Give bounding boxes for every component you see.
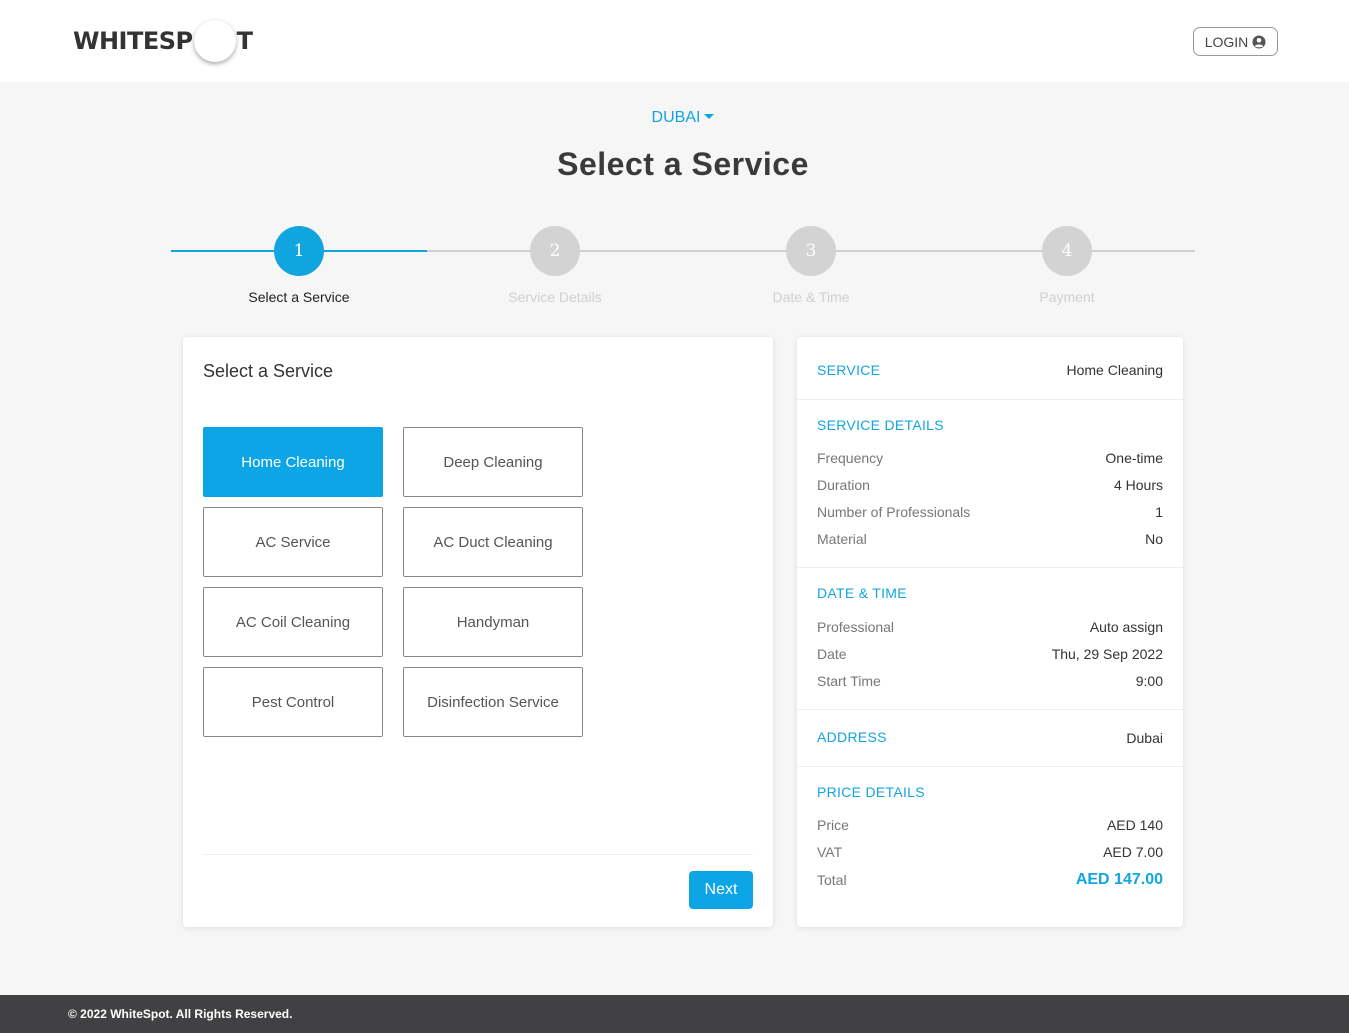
section-heading: SERVICE DETAILS [817, 417, 944, 433]
row-key: Total [817, 872, 847, 888]
logo-text-right: T [236, 27, 253, 55]
service-value: Home Cleaning [1066, 362, 1164, 378]
total-value: AED 147.00 [1075, 871, 1163, 888]
site-header: WHITESP T LOGIN [0, 0, 1349, 82]
summary-service-details-section: SERVICE DETAILS Frequency One-time Durat… [797, 400, 1183, 568]
login-button[interactable]: LOGIN [1193, 27, 1278, 56]
logo[interactable]: WHITESP T [73, 20, 253, 62]
summary-row: Material No [817, 531, 1163, 547]
page-title: Select a Service [557, 146, 809, 182]
login-label: LOGIN [1204, 33, 1249, 50]
service-selection-card: Select a Service Home Cleaning Deep Clea… [183, 337, 773, 927]
summary-row: Price AED 140 [817, 817, 1163, 833]
summary-row: Duration 4 Hours [817, 477, 1163, 493]
step-date-time[interactable]: 3 Date & Time [683, 226, 939, 305]
step-service-details[interactable]: 2 Service Details [427, 226, 683, 305]
row-value: 4 Hours [1113, 477, 1163, 493]
row-value: Thu, 29 Sep 2022 [1051, 646, 1163, 662]
service-pest-control[interactable]: Pest Control [203, 667, 383, 737]
step-label: Payment [1039, 289, 1095, 305]
divider [203, 854, 753, 855]
row-value: AED 7.00 [1103, 844, 1163, 860]
step-label: Select a Service [248, 289, 350, 305]
step-select-service[interactable]: 1 Select a Service [171, 226, 427, 305]
booking-summary-card: SERVICE Home Cleaning SERVICE DETAILS Fr… [797, 337, 1183, 927]
summary-price-section: PRICE DETAILS Price AED 140 VAT AED 7.00… [797, 767, 1183, 927]
service-deep-cleaning[interactable]: Deep Cleaning [403, 427, 583, 497]
row-key: Material [817, 531, 867, 547]
logo-text-left: WHITESP [73, 27, 193, 55]
step-label: Date & Time [772, 289, 850, 305]
logo-o-icon [193, 20, 236, 62]
row-key: Price [817, 817, 849, 833]
copyright-text: © 2022 WhiteSpot. All Rights Reserved. [68, 1007, 293, 1021]
summary-row: Professional Auto assign [817, 619, 1163, 635]
row-value: One-time [1105, 450, 1163, 466]
row-key: Date [817, 646, 847, 662]
summary-service-section: SERVICE Home Cleaning [797, 337, 1183, 400]
row-key: Duration [817, 477, 870, 493]
row-value: AED 140 [1106, 817, 1163, 833]
step-label: Service Details [508, 289, 602, 305]
card-title: Select a Service [203, 361, 334, 381]
summary-row: Dubai [817, 730, 1163, 746]
row-value: No [1145, 531, 1163, 547]
caret-down-icon [704, 113, 715, 119]
summary-row: VAT AED 7.00 [817, 844, 1163, 860]
summary-row: Frequency One-time [817, 450, 1163, 466]
address-value: Dubai [1126, 730, 1163, 746]
row-key: Professional [817, 619, 895, 635]
summary-row: Number of Professionals 1 [817, 504, 1163, 520]
section-heading: PRICE DETAILS [817, 784, 925, 800]
service-ac-duct-cleaning[interactable]: AC Duct Cleaning [403, 507, 583, 577]
service-ac-service[interactable]: AC Service [203, 507, 383, 577]
step-number: 4 [1042, 226, 1092, 276]
row-key: Number of Professionals [817, 504, 971, 520]
step-number: 2 [530, 226, 580, 276]
service-ac-coil-cleaning[interactable]: AC Coil Cleaning [203, 587, 383, 657]
city-label: DUBAI [651, 109, 701, 126]
step-number: 1 [274, 226, 324, 276]
service-home-cleaning[interactable]: Home Cleaning [203, 427, 383, 497]
step-number: 3 [786, 226, 836, 276]
next-button[interactable]: Next [689, 871, 753, 909]
city-selector[interactable]: DUBAI [0, 109, 1349, 127]
progress-stepper: 1 Select a Service 2 Service Details 3 D… [171, 226, 1195, 316]
summary-row: Start Time 9:00 [817, 673, 1163, 689]
row-value: 1 [1155, 504, 1163, 520]
summary-row: Home Cleaning [817, 362, 1164, 378]
row-value: Auto assign [1089, 619, 1163, 635]
service-handyman[interactable]: Handyman [403, 587, 583, 657]
summary-row: Date Thu, 29 Sep 2022 [817, 646, 1163, 662]
row-value: 9:00 [1135, 673, 1163, 689]
user-circle-icon [1252, 35, 1266, 49]
step-payment[interactable]: 4 Payment [939, 226, 1195, 305]
service-disinfection[interactable]: Disinfection Service [403, 667, 583, 737]
row-key: Start Time [817, 673, 881, 689]
row-key: Frequency [817, 450, 884, 466]
summary-row-total: Total AED 147.00 [817, 871, 1163, 889]
row-key: VAT [817, 844, 843, 860]
section-heading: DATE & TIME [817, 585, 907, 601]
site-footer: © 2022 WhiteSpot. All Rights Reserved. [0, 995, 1349, 1033]
summary-address-section: ADDRESS Dubai [797, 710, 1183, 767]
summary-date-time-section: DATE & TIME Professional Auto assign Dat… [797, 568, 1183, 710]
